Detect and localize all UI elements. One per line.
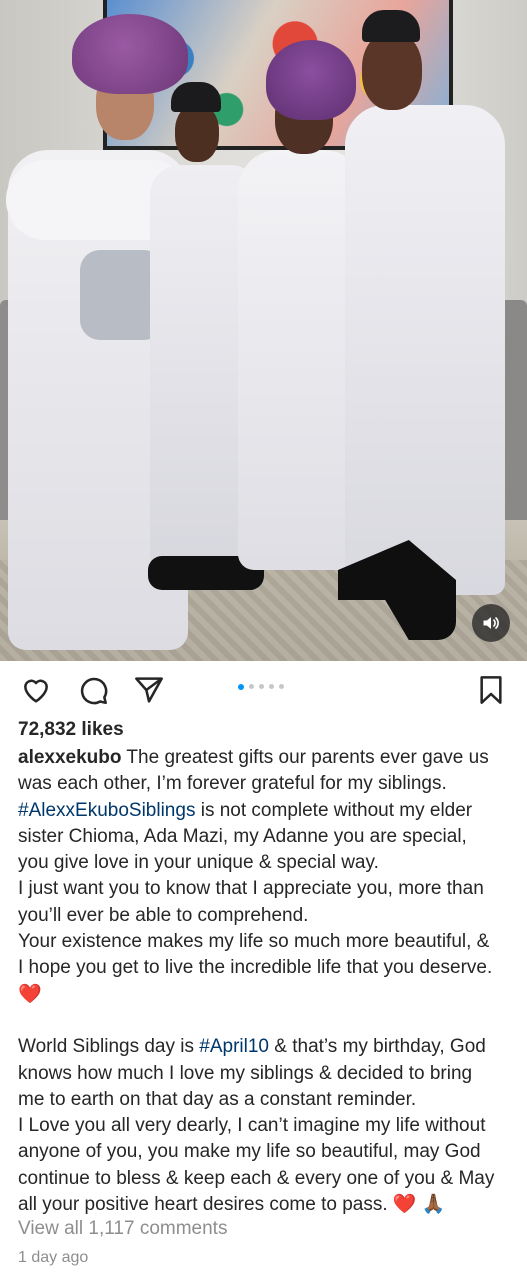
caption-username[interactable]: alexxekubo: [18, 747, 122, 768]
caption-text: you give love in your unique & special w…: [18, 852, 379, 874]
caption-text: is not complete without my elder: [195, 799, 473, 821]
caption-line: you’ll ever be able to comprehend.: [18, 903, 514, 929]
carousel-dot: [279, 684, 284, 689]
caption-text: Your existence makes my life so much mor…: [18, 931, 490, 953]
caption-line: I just want you to know that I appreciat…: [18, 876, 514, 902]
caption-line: alexxekubo The greatest gifts our parent…: [18, 745, 514, 771]
action-bar: [0, 668, 527, 712]
post-timestamp: 1 day ago: [18, 1249, 89, 1266]
caption-text: I hope you get to live the incredible li…: [18, 957, 493, 979]
person-1-head-tie: [72, 14, 188, 94]
paper-plane-icon[interactable]: [133, 674, 165, 706]
post-caption: alexxekubo The greatest gifts our parent…: [18, 745, 514, 1218]
caption-text: was each other, I’m forever grateful for…: [18, 773, 447, 795]
caption-text: I just want you to know that I appreciat…: [18, 878, 484, 900]
speaker-icon: [483, 617, 499, 629]
red-heart-emoji: ❤️: [18, 983, 42, 1005]
carousel-dot: [249, 684, 254, 689]
caption-text: sister Chioma, Ada Mazi, my Adanne you a…: [18, 825, 467, 847]
caption-text: World Siblings day is: [18, 1036, 200, 1058]
caption-text: knows how much I love my siblings & deci…: [18, 1062, 473, 1084]
caption-text: I Love you all very dearly, I can’t imag…: [18, 1115, 486, 1137]
caption-line: knows how much I love my siblings & deci…: [18, 1061, 514, 1087]
caption-line: anyone of you, you make my life so beaut…: [18, 1139, 514, 1165]
caption-line: I Love you all very dearly, I can’t imag…: [18, 1113, 514, 1139]
folded-hands-emoji: 🙏🏾: [421, 1194, 446, 1216]
caption-line: Your existence makes my life so much mor…: [18, 929, 514, 955]
caption-text: all your positive heart desires come to …: [18, 1194, 393, 1216]
hashtag-link[interactable]: #April10: [199, 1036, 269, 1057]
caption-line: sister Chioma, Ada Mazi, my Adanne you a…: [18, 824, 514, 850]
caption-line: World Siblings day is #April10 & that’s …: [18, 1034, 514, 1060]
person-2-cap: [171, 82, 221, 112]
bookmark-outline-icon[interactable]: [475, 674, 507, 706]
caption-line: was each other, I’m forever grateful for…: [18, 771, 514, 797]
caption-text: The greatest gifts our parents ever gave…: [121, 747, 489, 768]
caption-line: ❤️: [18, 982, 514, 1008]
caption-line: I hope you get to live the incredible li…: [18, 955, 514, 981]
caption-line: #AlexxEkuboSiblings is not complete with…: [18, 798, 514, 824]
caption-line: me to earth on that day as a constant re…: [18, 1087, 514, 1113]
post-media[interactable]: [0, 0, 527, 661]
caption-text: anyone of you, you make my life so beaut…: [18, 1141, 481, 1163]
carousel-dot: [269, 684, 274, 689]
caption-line: all your positive heart desires come to …: [18, 1192, 514, 1218]
mute-button[interactable]: [472, 604, 510, 642]
carousel-dot: [259, 684, 264, 689]
carousel-dot-active: [238, 683, 244, 690]
caption-line: you give love in your unique & special w…: [18, 850, 514, 876]
heart-outline-icon[interactable]: [20, 674, 52, 706]
caption-text: continue to bless & keep each & every on…: [18, 1167, 495, 1189]
caption-text: & that’s my birthday, God: [269, 1036, 486, 1058]
view-all-comments-link[interactable]: View all 1,117 comments: [18, 1218, 227, 1240]
hashtag-link[interactable]: #AlexxEkuboSiblings: [18, 800, 195, 821]
likes-count[interactable]: 72,832 likes: [18, 719, 124, 741]
person-4-outfit: [345, 105, 505, 595]
caption-text: me to earth on that day as a constant re…: [18, 1088, 417, 1110]
person-4-face: [362, 32, 422, 110]
caption-line: continue to bless & keep each & every on…: [18, 1166, 514, 1192]
red-heart-emoji: ❤️: [392, 1194, 417, 1216]
person-2-face: [175, 104, 219, 162]
carousel-indicator: [238, 683, 284, 690]
person-4-cap: [362, 10, 420, 42]
person-3-head-tie: [266, 40, 356, 120]
caption-text: you’ll ever be able to comprehend.: [18, 904, 309, 926]
comment-bubble-icon[interactable]: [77, 674, 109, 706]
